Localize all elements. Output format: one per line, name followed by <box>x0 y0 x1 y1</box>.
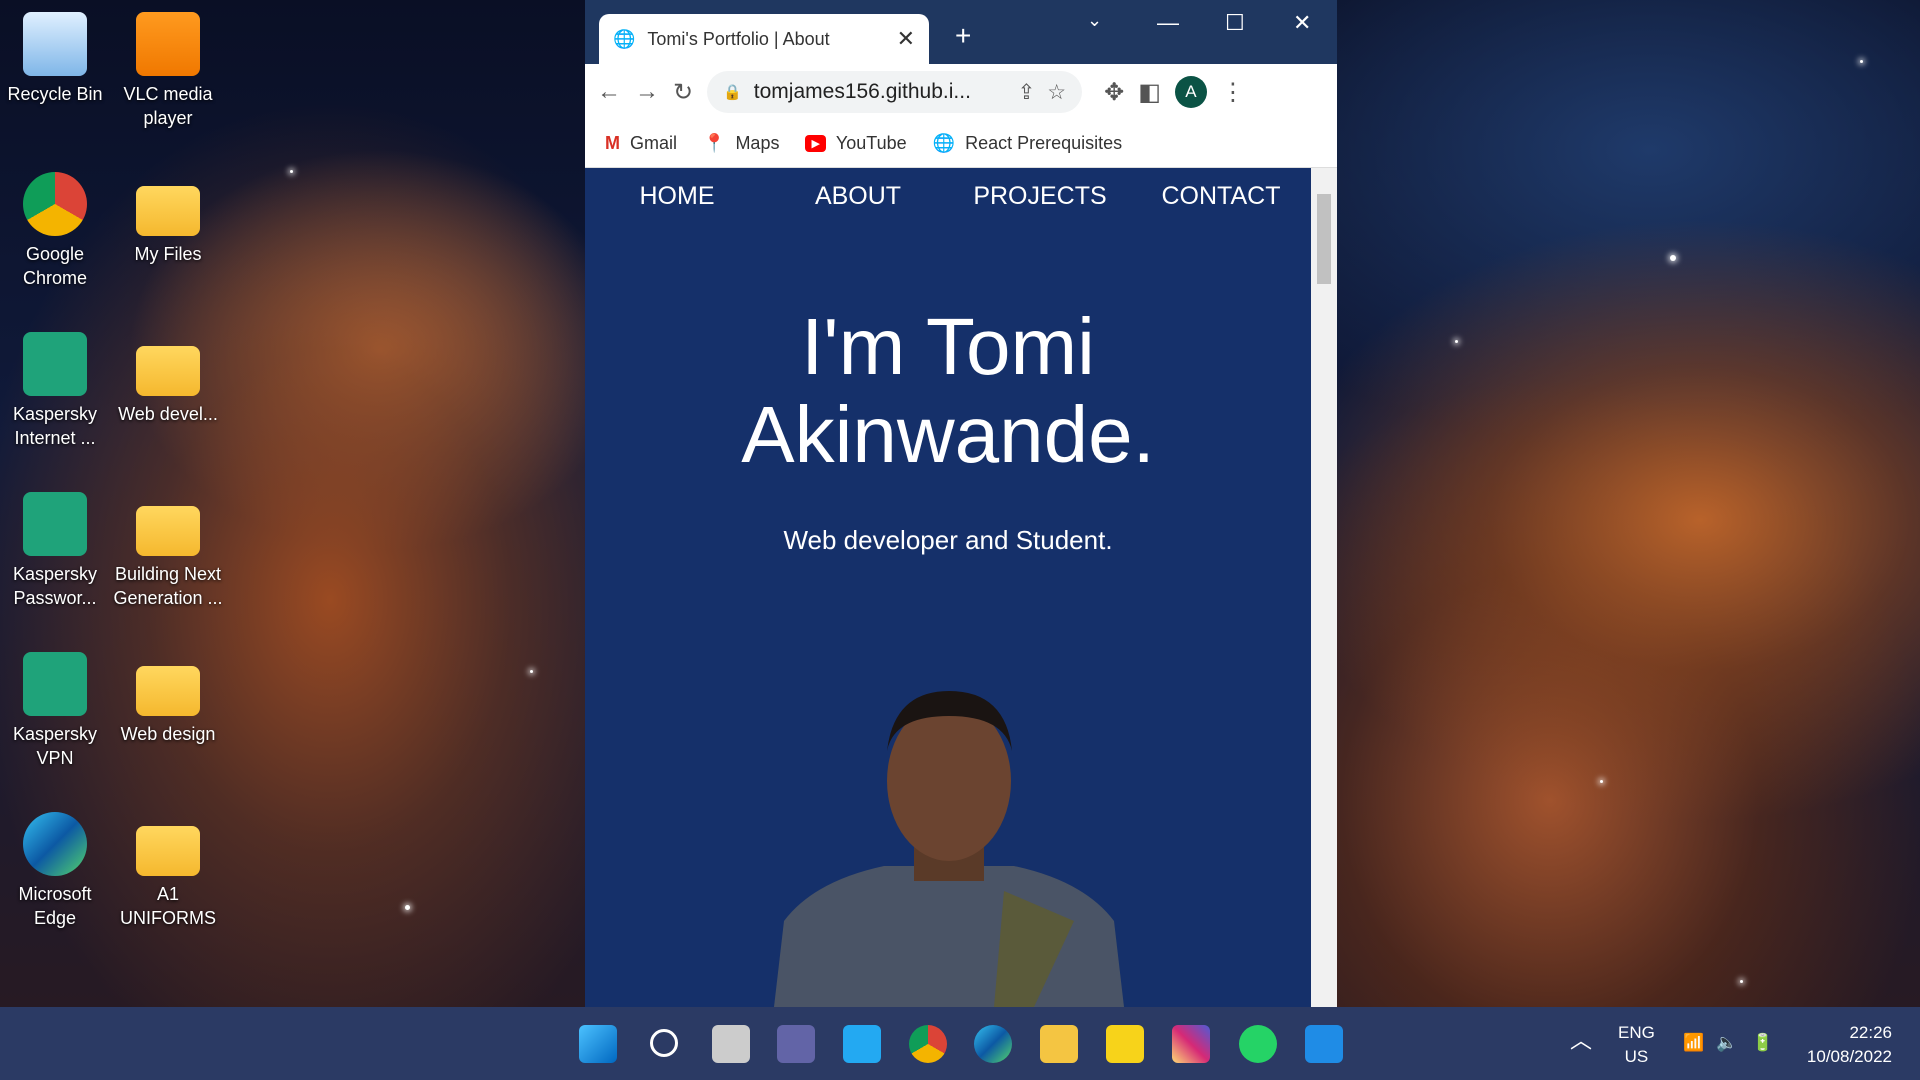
desktop-icon-label: Kaspersky Internet ... <box>12 404 98 448</box>
address-bar[interactable]: 🔒 tomjames156.github.i... ⇪ ☆ <box>707 71 1083 113</box>
bookmark-react[interactable]: 🌐 React Prerequisites <box>933 133 1123 154</box>
edge-icon <box>23 812 87 876</box>
menu-icon[interactable]: ⋮ <box>1221 78 1245 107</box>
minimize-button[interactable]: — <box>1157 10 1179 36</box>
teams-chat-icon[interactable] <box>777 1025 815 1063</box>
page-content: HOME ABOUT PROJECTS CONTACT I'm Tomi Aki… <box>585 168 1311 1007</box>
desktop-icon[interactable]: Kaspersky Internet ... <box>0 332 110 450</box>
show-hidden-icons[interactable]: ︿ <box>1570 1029 1592 1053</box>
nav-contact[interactable]: CONTACT <box>1162 182 1281 211</box>
bookmark-maps[interactable]: 📍 Maps <box>703 133 779 154</box>
desktop-icon-label: Web devel... <box>118 404 218 424</box>
desktop-icon[interactable]: Web devel... <box>113 332 223 426</box>
nav-projects[interactable]: PROJECTS <box>973 182 1106 211</box>
desktop-icon[interactable]: Kaspersky Passwor... <box>0 492 110 610</box>
desktop-icon[interactable]: Recycle Bin <box>0 12 110 106</box>
subtitle: Web developer and Student. <box>783 525 1113 555</box>
page-title: I'm Tomi Akinwande. <box>741 302 1155 479</box>
reload-icon[interactable]: ↻ <box>673 78 693 107</box>
share-icon[interactable]: ⇪ <box>1018 80 1036 105</box>
forward-icon[interactable]: → <box>635 78 659 106</box>
recycle-bin-icon <box>23 12 87 76</box>
star-icon[interactable]: ☆ <box>1047 80 1066 105</box>
maps-icon: 📍 <box>703 133 726 153</box>
file-explorer-icon[interactable] <box>1040 1025 1078 1063</box>
scrollbar[interactable] <box>1311 168 1337 1007</box>
desktop-icon-label: VLC media player <box>123 84 213 128</box>
vlc-icon <box>136 12 200 76</box>
wifi-icon[interactable]: 📶 <box>1683 1031 1704 1055</box>
folder-icon <box>136 506 200 556</box>
folder-icon <box>136 186 200 236</box>
kaspersky-vpn-icon <box>23 652 87 716</box>
tab-title: Tomi's Portfolio | About <box>647 28 830 49</box>
desktop-icon-label: Kaspersky Passwor... <box>12 564 98 608</box>
bookmark-youtube[interactable]: ▶ YouTube <box>805 133 907 154</box>
back-icon[interactable]: ← <box>597 78 621 106</box>
desktop-icon-label: Kaspersky VPN <box>12 724 98 768</box>
whatsapp-icon[interactable] <box>1239 1025 1277 1063</box>
desktop-icon-label: Recycle Bin <box>7 84 103 104</box>
task-view-icon[interactable] <box>712 1025 750 1063</box>
start-icon[interactable] <box>579 1025 617 1063</box>
side-panel-icon[interactable]: ◧ <box>1138 78 1161 107</box>
search-icon[interactable] <box>650 1029 678 1057</box>
desktop-icon-label: Google Chrome <box>22 244 88 288</box>
desktop-icon-label: Building Next Generation ... <box>113 564 223 608</box>
extensions-icon[interactable]: ✥ <box>1104 78 1124 107</box>
vscode-icon[interactable] <box>843 1025 881 1063</box>
desktop-icon[interactable]: Kaspersky VPN <box>0 652 110 770</box>
maximize-button[interactable]: ☐ <box>1225 10 1245 36</box>
desktop-icon[interactable]: Building Next Generation ... <box>113 492 223 610</box>
tab-search-icon[interactable]: ⌄ <box>1087 10 1102 31</box>
lock-icon: 🔒 <box>723 84 742 101</box>
nav-home[interactable]: HOME <box>640 182 715 211</box>
desktop-icon-label: Microsoft Edge <box>18 884 92 928</box>
folder-icon <box>136 826 200 876</box>
folder-icon <box>136 346 200 396</box>
globe-icon: 🌐 <box>613 28 636 49</box>
tab-portfolio[interactable]: 🌐 Tomi's Portfolio | About ✕ <box>599 14 929 64</box>
desktop-icon[interactable]: Google Chrome <box>0 172 110 290</box>
mail-icon[interactable] <box>1305 1025 1343 1063</box>
desktop-icon-label: My Files <box>134 244 202 264</box>
clock[interactable]: 22:26 10/08/2022 <box>1800 1021 1892 1069</box>
globe-icon: 🌐 <box>932 133 956 153</box>
chrome-icon <box>23 172 87 236</box>
close-window-button[interactable]: ✕ <box>1293 10 1311 36</box>
battery-icon[interactable]: 🔋 <box>1752 1031 1773 1055</box>
volume-icon[interactable]: 🔈 <box>1716 1031 1737 1055</box>
desktop-icon[interactable]: A1 UNIFORMS <box>113 812 223 930</box>
profile-photo <box>774 691 1124 1007</box>
desktop-icon[interactable]: My Files <box>113 172 223 266</box>
desktop-icon-label: A1 UNIFORMS <box>120 884 216 928</box>
language-indicator[interactable]: ENG US <box>1618 1021 1655 1069</box>
scrollbar-thumb[interactable] <box>1317 194 1331 284</box>
close-tab-icon[interactable]: ✕ <box>897 26 915 52</box>
desktop-icon[interactable]: Web design <box>113 652 223 746</box>
chrome-icon[interactable] <box>909 1025 947 1063</box>
instagram-icon[interactable] <box>1172 1025 1210 1063</box>
desktop-icon-label: Web design <box>120 724 216 744</box>
desktop-icon[interactable]: VLC media player <box>113 12 223 130</box>
new-tab-button[interactable]: + <box>955 20 971 52</box>
avatar[interactable]: A <box>1174 76 1207 108</box>
edge-icon[interactable] <box>974 1025 1012 1063</box>
bookmark-gmail[interactable]: M Gmail <box>605 133 677 154</box>
youtube-icon: ▶ <box>805 135 826 152</box>
url-text: tomjames156.github.i... <box>753 80 971 103</box>
nav-about[interactable]: ABOUT <box>815 182 901 211</box>
sticky-notes-icon[interactable] <box>1106 1025 1144 1063</box>
kaspersky-internet-icon <box>23 332 87 396</box>
kaspersky-password-icon <box>23 492 87 556</box>
gmail-icon: M <box>605 133 620 153</box>
folder-icon <box>136 666 200 716</box>
desktop-icon[interactable]: Microsoft Edge <box>0 812 110 930</box>
taskbar: ︿ ENG US 📶 🔈 🔋 22:26 10/08/2022 <box>0 1007 1920 1080</box>
browser-window: 🌐 Tomi's Portfolio | About ✕ + ⌄ — ☐ ✕ ←… <box>585 0 1337 1007</box>
